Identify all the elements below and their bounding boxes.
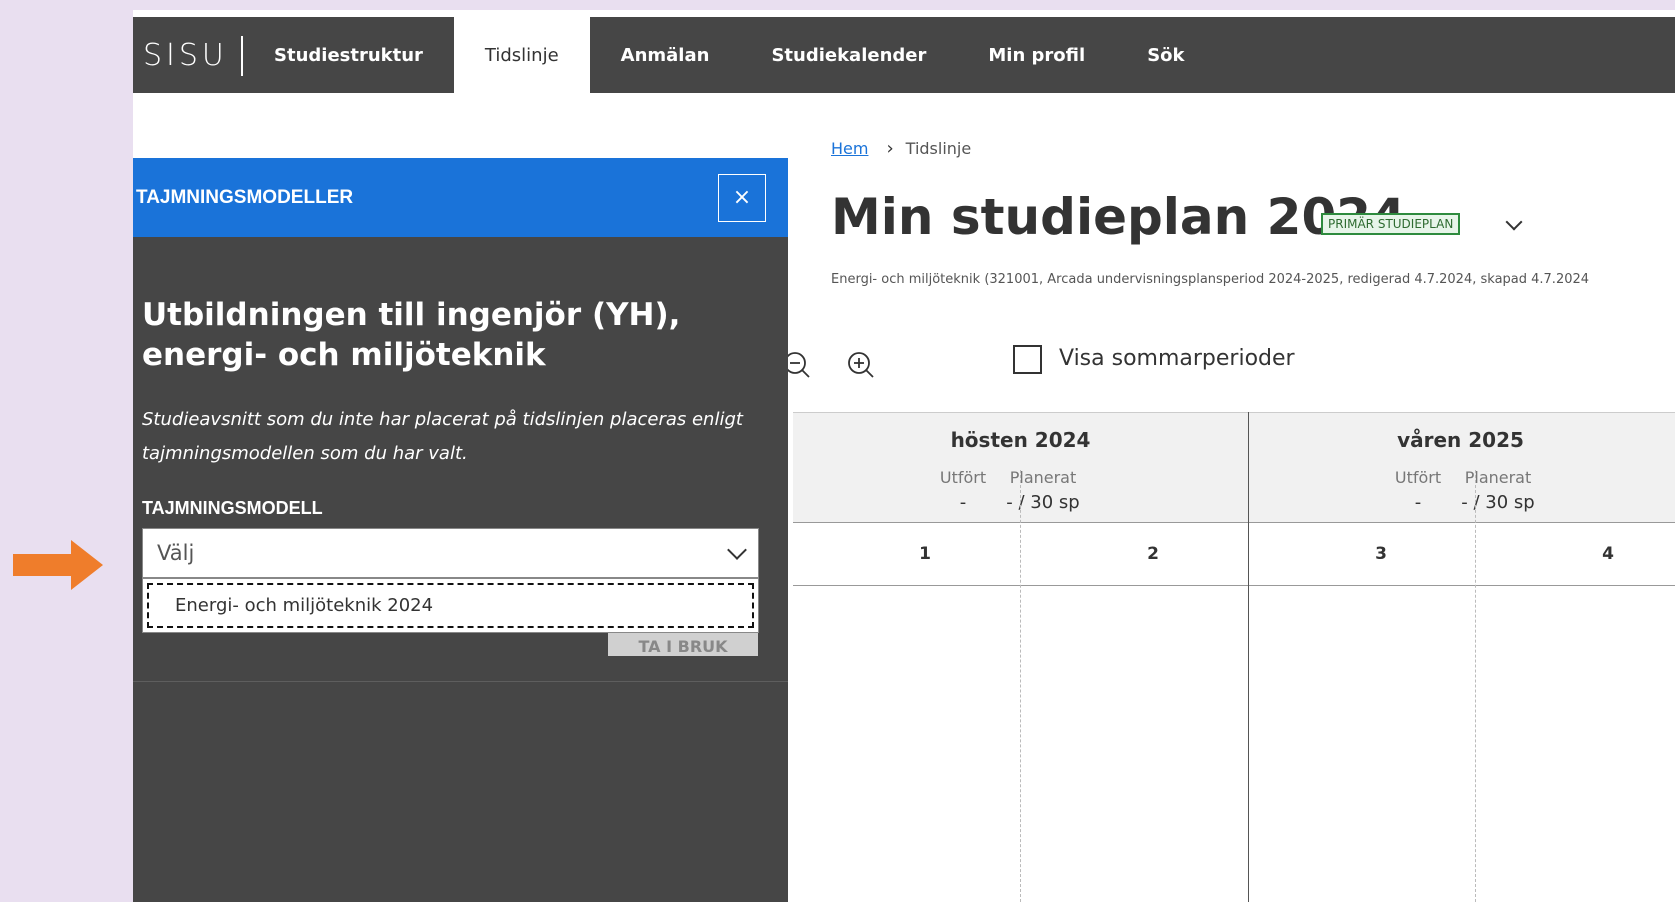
logo-divider bbox=[241, 36, 243, 76]
dialog-divider bbox=[133, 681, 788, 682]
period-label: 4 bbox=[1602, 544, 1614, 564]
term-done-label: Utfört bbox=[939, 468, 987, 487]
logo-text: SISU bbox=[143, 37, 228, 73]
timing-model-select[interactable]: Välj bbox=[142, 528, 759, 578]
breadcrumb-home-link[interactable]: Hem bbox=[831, 139, 868, 158]
term-planned-label: Planerat bbox=[1009, 468, 1077, 487]
term-done-value: - bbox=[1414, 492, 1422, 513]
term-planned-label: Planerat bbox=[1464, 468, 1532, 487]
top-navigation: SISU Studiestruktur Tidslinje Anmälan St… bbox=[133, 17, 1675, 93]
term-done-label: Utfört bbox=[1394, 468, 1442, 487]
programme-description: Studieavsnitt som du inte har placerat p… bbox=[142, 409, 743, 464]
nav-sok[interactable]: Sök bbox=[1116, 17, 1215, 93]
close-icon: × bbox=[732, 185, 752, 210]
plan-meta-text: Energi- och miljöteknik (321001, Arcada … bbox=[831, 272, 1590, 287]
term-planned-value: - / 30 sp bbox=[1461, 492, 1535, 513]
dialog-header-title: TAJMNINGSMODELLER bbox=[136, 186, 354, 208]
dialog-header: TAJMNINGSMODELLER × bbox=[133, 158, 788, 237]
period-divider bbox=[1020, 470, 1021, 902]
term-planned-value: - / 30 sp bbox=[1006, 492, 1080, 513]
term-name: hösten 2024 bbox=[950, 428, 1091, 452]
sisu-logo[interactable]: SISU bbox=[133, 17, 243, 93]
programme-title: Utbildningen till ingenjör (YH), energi-… bbox=[142, 297, 681, 373]
chevron-down-icon bbox=[727, 540, 747, 560]
close-button[interactable]: × bbox=[718, 173, 766, 222]
period-divider bbox=[1475, 470, 1476, 902]
nav-studiestruktur[interactable]: Studiestruktur bbox=[243, 17, 454, 93]
period-label: 2 bbox=[1147, 544, 1159, 564]
plan-menu-chevron-down-icon[interactable] bbox=[1505, 213, 1523, 231]
term-divider bbox=[1248, 412, 1249, 902]
term-name: våren 2025 bbox=[1397, 428, 1524, 452]
dropdown-option[interactable]: Energi- och miljöteknik 2024 bbox=[147, 583, 754, 628]
timing-model-label: TAJMNINGSMODELL bbox=[142, 498, 323, 518]
timing-model-dialog: TAJMNINGSMODELLER × Utbildningen till in… bbox=[133, 158, 788, 902]
timeline-period-row: 1 2 3 4 bbox=[793, 524, 1675, 586]
select-value: Välj bbox=[157, 541, 195, 565]
summer-periods-checkbox[interactable] bbox=[1013, 345, 1042, 374]
term-done-value: - bbox=[959, 492, 967, 513]
nav-studiekalender[interactable]: Studiekalender bbox=[740, 17, 957, 93]
breadcrumb: Hem › Tidslinje bbox=[831, 138, 971, 159]
timing-model-dropdown: Energi- och miljöteknik 2024 bbox=[142, 578, 759, 633]
pointer-arrow-icon bbox=[13, 540, 103, 590]
nav-min-profil[interactable]: Min profil bbox=[957, 17, 1116, 93]
zoom-in-icon[interactable] bbox=[846, 350, 876, 380]
summer-periods-label: Visa sommarperioder bbox=[1059, 346, 1295, 371]
term-spring-2025: våren 2025 Utfört Planerat - - / 30 sp bbox=[1248, 412, 1675, 523]
app-frame: SISU Studiestruktur Tidslinje Anmälan St… bbox=[133, 10, 1675, 902]
chevron-right-icon: › bbox=[886, 138, 894, 159]
nav-tidslinje[interactable]: Tidslinje bbox=[453, 17, 590, 93]
primary-plan-badge: PRIMÄR STUDIEPLAN bbox=[1321, 213, 1461, 235]
page-title: Min studieplan 2024 bbox=[831, 188, 1406, 246]
period-label: 1 bbox=[919, 544, 931, 564]
breadcrumb-current: Tidslinje bbox=[905, 139, 972, 158]
nav-anmalan[interactable]: Anmälan bbox=[590, 17, 741, 93]
period-label: 3 bbox=[1375, 544, 1387, 564]
